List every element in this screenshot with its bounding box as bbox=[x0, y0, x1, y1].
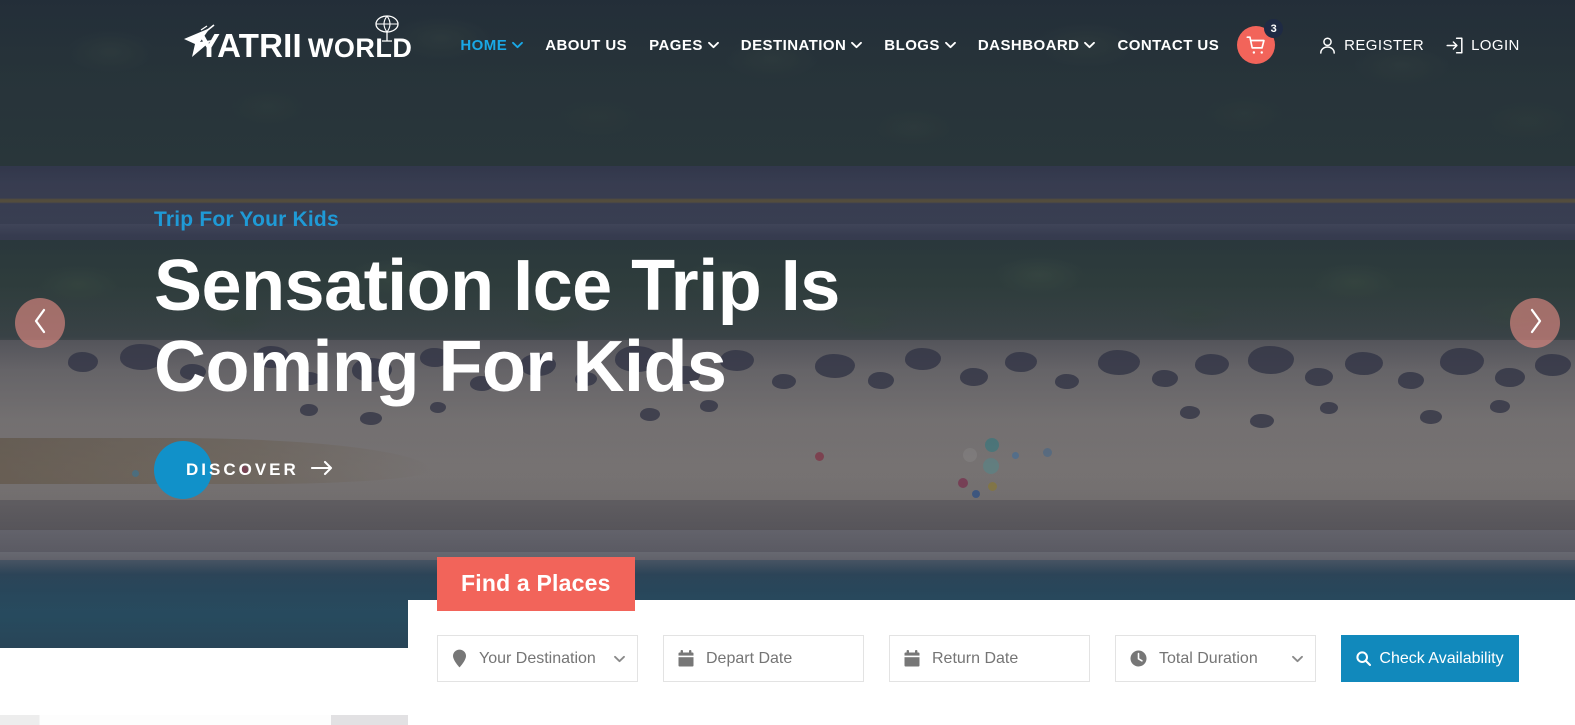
depart-date-field[interactable] bbox=[663, 635, 864, 682]
your-destination-input[interactable] bbox=[479, 649, 623, 668]
field-icon-wrap bbox=[1130, 650, 1147, 667]
auth-register-button[interactable]: REGISTER bbox=[1319, 37, 1424, 54]
nav-item-destination[interactable]: DESTINATION bbox=[741, 37, 863, 54]
your-destination-field[interactable] bbox=[437, 635, 638, 682]
brand-name-main: YATRII bbox=[198, 26, 302, 64]
search-panel: Find a Places Check Availability bbox=[408, 557, 1575, 725]
nav-item-label: DASHBOARD bbox=[977, 36, 1080, 54]
chevron-down-icon bbox=[1292, 655, 1303, 663]
nav-item-contact-us[interactable]: CONTACT US bbox=[1117, 37, 1219, 54]
discover-button[interactable]: DISCOVER bbox=[154, 441, 343, 500]
search-icon bbox=[1356, 651, 1372, 666]
nav-item-label: PAGES bbox=[649, 36, 703, 54]
depart-date-input[interactable] bbox=[706, 649, 849, 668]
sign-in-icon bbox=[1446, 36, 1463, 54]
calendar-icon bbox=[678, 650, 694, 667]
globe-icon bbox=[372, 13, 402, 48]
chevron-down-icon bbox=[614, 655, 625, 663]
hero-title: Sensation Ice Trip Is Coming For Kids bbox=[154, 246, 840, 407]
user-icon bbox=[1319, 36, 1336, 54]
chevron-down-icon bbox=[1084, 41, 1096, 49]
hero-content: Trip For Your Kids Sensation Ice Trip Is… bbox=[154, 208, 840, 500]
nav-item-label: ABOUT US bbox=[545, 36, 628, 54]
hero-title-line-2: Coming For Kids bbox=[154, 326, 727, 407]
chevron-right-icon bbox=[1527, 308, 1544, 339]
chevron-down-icon bbox=[512, 41, 524, 49]
top-navigation-bar: YATRII WORLD HOME ABOUT US PAGES DESTINATION… bbox=[0, 0, 1575, 90]
nav-item-pages[interactable]: PAGES bbox=[649, 37, 719, 54]
carousel-prev-button[interactable] bbox=[15, 298, 65, 348]
cart-button[interactable]: 3 bbox=[1237, 19, 1284, 64]
nav-item-dashboard[interactable]: DASHBOARD bbox=[978, 37, 1096, 54]
nav-item-home[interactable]: HOME bbox=[460, 36, 524, 54]
return-date-input[interactable] bbox=[932, 649, 1075, 668]
carousel-next-button[interactable] bbox=[1510, 298, 1560, 348]
return-date-field[interactable] bbox=[889, 635, 1090, 682]
chevron-left-icon bbox=[32, 308, 49, 339]
map-pin-icon bbox=[452, 649, 467, 668]
field-icon-wrap bbox=[904, 650, 920, 667]
nav-item-label: HOME bbox=[460, 36, 508, 54]
hero-title-line-1: Sensation Ice Trip Is bbox=[154, 246, 840, 326]
chevron-down-icon bbox=[707, 41, 719, 49]
nav-item-label: BLOGS bbox=[884, 36, 940, 54]
nav-item-about-us[interactable]: ABOUT US bbox=[545, 37, 627, 54]
check-availability-label: Check Availability bbox=[1379, 649, 1504, 667]
hero-eyebrow: Trip For Your Kids bbox=[154, 208, 339, 231]
auth-links: REGISTER LOGIN bbox=[1319, 37, 1520, 54]
auth-label: REGISTER bbox=[1344, 36, 1425, 54]
auth-login-button[interactable]: LOGIN bbox=[1446, 37, 1520, 54]
field-icon-wrap bbox=[452, 649, 467, 668]
total-duration-input[interactable] bbox=[1159, 649, 1301, 668]
main-menu: HOME ABOUT US PAGES DESTINATION BLOGS DASHBOA… bbox=[460, 37, 1219, 54]
page-stage: YATRII WORLD HOME ABOUT US PAGES DESTINATION… bbox=[0, 0, 1575, 725]
arrow-right-icon bbox=[310, 460, 333, 481]
nav-item-label: DESTINATION bbox=[740, 36, 847, 54]
check-availability-button[interactable]: Check Availability bbox=[1341, 635, 1519, 682]
brand-logo[interactable]: YATRII WORLD bbox=[180, 14, 412, 67]
calendar-icon bbox=[904, 650, 920, 667]
clock-icon bbox=[1130, 650, 1147, 667]
total-duration-field[interactable] bbox=[1115, 635, 1316, 682]
chevron-down-icon bbox=[851, 41, 863, 49]
nav-item-label: CONTACT US bbox=[1117, 36, 1220, 54]
cart-count-badge: 3 bbox=[1264, 19, 1284, 38]
auth-label: LOGIN bbox=[1471, 36, 1520, 54]
search-fields: Check Availability bbox=[437, 635, 1519, 682]
nav-item-blogs[interactable]: BLOGS bbox=[884, 37, 956, 54]
discover-button-label: DISCOVER bbox=[186, 460, 299, 480]
field-icon-wrap bbox=[678, 650, 694, 667]
chevron-down-icon bbox=[944, 41, 956, 49]
search-panel-tab[interactable]: Find a Places bbox=[437, 557, 635, 611]
brand-name: YATRII WORLD bbox=[198, 14, 412, 64]
